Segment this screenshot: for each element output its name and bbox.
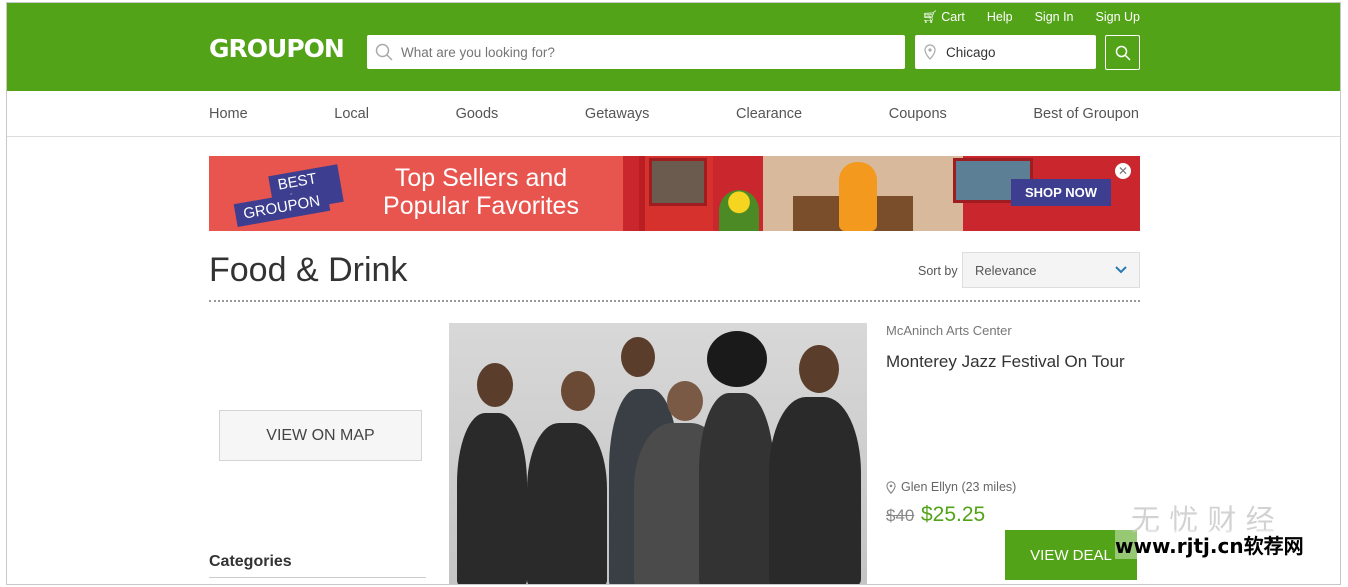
sort-label: Sort by: [918, 264, 958, 278]
promo-banner[interactable]: BEST of GROUPON Top Sellers and Popular …: [209, 156, 1140, 231]
nav-item-best-of-groupon[interactable]: Best of Groupon: [1033, 106, 1139, 122]
main-nav: Home Local Goods Getaways Clearance Coup…: [7, 91, 1340, 137]
divider: [209, 577, 426, 578]
page-frame: GROUPON 🛒︎ Cart Help Sign In Sign Up Hom…: [6, 2, 1341, 585]
search-box[interactable]: [367, 35, 905, 69]
map-pin-icon: [924, 44, 936, 60]
search-input[interactable]: [401, 44, 881, 60]
groupon-logo[interactable]: GROUPON: [209, 34, 345, 63]
deal-image[interactable]: [449, 323, 867, 584]
deal-merchant: McAninch Arts Center: [886, 323, 1012, 338]
banner-headline: Top Sellers and Popular Favorites: [383, 164, 579, 220]
best-of-groupon-badge: BEST of GROUPON: [231, 164, 344, 227]
deal-price: $25.25: [921, 503, 986, 526]
search-icon: [375, 43, 393, 61]
sign-up-link[interactable]: Sign Up: [1096, 10, 1140, 25]
sort-value: Relevance: [975, 262, 1037, 278]
nav-item-clearance[interactable]: Clearance: [736, 106, 802, 122]
sort-dropdown[interactable]: Relevance: [962, 252, 1140, 288]
categories-heading: Categories: [209, 553, 292, 570]
divider: [209, 300, 1140, 302]
nav-item-goods[interactable]: Goods: [456, 106, 499, 122]
nav-item-local[interactable]: Local: [334, 106, 369, 122]
location-box[interactable]: [915, 35, 1096, 69]
deal-title[interactable]: Monterey Jazz Festival On Tour: [886, 352, 1125, 372]
nav-item-getaways[interactable]: Getaways: [585, 106, 649, 122]
watermark-url: www.rjtj.cn软荐网: [1115, 530, 1304, 559]
chevron-down-icon: [1115, 266, 1127, 274]
sign-in-link[interactable]: Sign In: [1035, 10, 1074, 25]
map-pin-icon: [886, 480, 896, 494]
help-link[interactable]: Help: [987, 10, 1013, 25]
original-price: $40: [886, 506, 915, 525]
cart-link[interactable]: 🛒︎ Cart: [922, 10, 965, 25]
nav-item-coupons[interactable]: Coupons: [889, 106, 947, 122]
search-button[interactable]: [1105, 35, 1140, 70]
close-icon[interactable]: ✕: [1115, 163, 1131, 179]
top-links: 🛒︎ Cart Help Sign In Sign Up: [922, 10, 1140, 25]
cart-icon: 🛒︎: [921, 10, 938, 24]
deal-location: Glen Ellyn (23 miles): [886, 480, 1016, 494]
shop-now-button[interactable]: SHOP NOW: [1011, 179, 1111, 206]
search-icon: [1115, 45, 1131, 61]
view-on-map-button[interactable]: VIEW ON MAP: [219, 410, 422, 461]
nav-item-home[interactable]: Home: [209, 106, 248, 122]
page-title: Food & Drink: [209, 251, 408, 289]
site-header: GROUPON 🛒︎ Cart Help Sign In Sign Up: [7, 3, 1340, 91]
location-input[interactable]: [946, 44, 1086, 60]
